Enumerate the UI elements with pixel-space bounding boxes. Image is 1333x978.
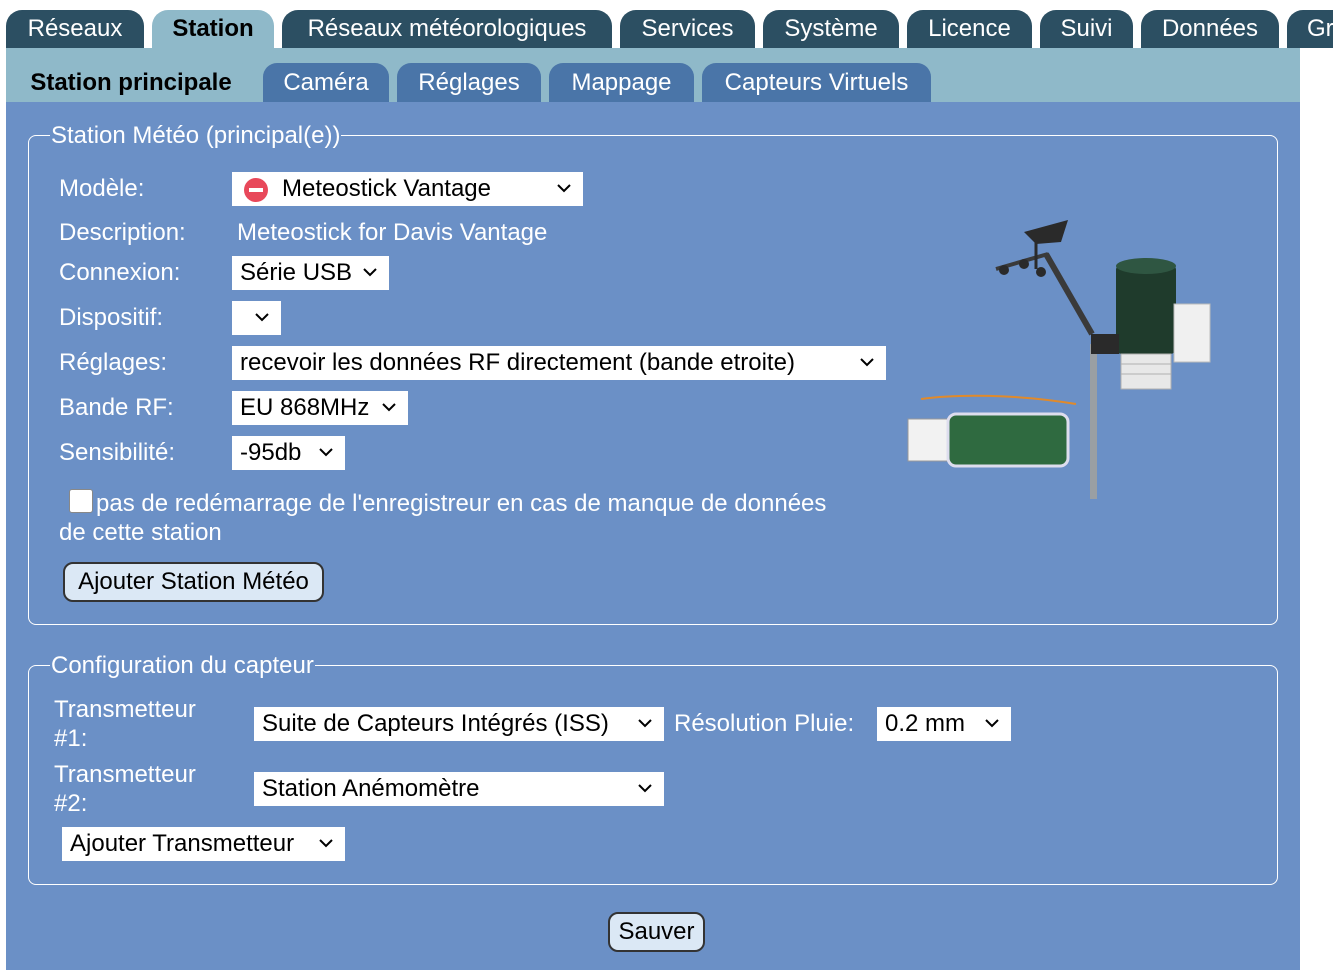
tx1-label: Transmetteur [54, 696, 196, 723]
connection-label: Connexion: [59, 259, 181, 286]
sub-tabs: Station principale Caméra Réglages Mappa… [6, 48, 1300, 102]
rf-band-select-value: EU 868MHz [240, 394, 370, 421]
connection-select-value: Série USB [240, 259, 353, 286]
tab-systeme[interactable]: Système [763, 10, 899, 48]
tx1-select-value: Suite de Capteurs Intégrés (ISS) [262, 710, 609, 737]
subtab-station-principale[interactable]: Station principale [8, 63, 254, 102]
antenna-wire [920, 394, 1077, 405]
tx2-label-number: #2: [54, 790, 88, 817]
station-arm [1043, 252, 1095, 336]
mount-bracket [1091, 334, 1119, 354]
subtab-capteurs-virtuels[interactable]: Capteurs Virtuels [702, 63, 931, 102]
meteostick-board [948, 414, 1068, 466]
station-mast [1090, 344, 1097, 499]
device-select[interactable] [232, 301, 281, 335]
rain-collector-top [1116, 258, 1176, 274]
tx2-select[interactable]: Station Anémomètre [254, 772, 664, 806]
subtab-camera[interactable]: Caméra [263, 63, 389, 102]
rain-resolution-select[interactable]: 0.2 mm [877, 707, 1011, 741]
chevron-down-icon [361, 256, 379, 290]
chevron-down-icon [636, 707, 654, 741]
tx1-label-number: #1: [54, 725, 88, 752]
no-restart-checkbox[interactable] [69, 489, 93, 513]
no-entry-icon [244, 178, 268, 202]
device-label: Dispositif: [59, 304, 164, 331]
rf-band-label: Bande RF: [59, 394, 174, 421]
weather-station-picture [907, 220, 1211, 499]
station-legend: Station Météo (principal(e)) [50, 122, 342, 150]
save-button[interactable]: Sauver [608, 912, 705, 952]
settings-label: Réglages: [59, 349, 168, 376]
chevron-down-icon [380, 391, 398, 425]
subtab-reglages[interactable]: Réglages [397, 63, 541, 102]
model-select-value: Meteostick Vantage [282, 175, 492, 202]
add-transmitter-select-value: Ajouter Transmetteur [70, 830, 295, 857]
rf-band-select[interactable]: EU 868MHz [232, 391, 408, 425]
tx1-select[interactable]: Suite de Capteurs Intégrés (ISS) [254, 707, 664, 741]
rain-resolution-select-value: 0.2 mm [885, 710, 966, 737]
tab-suivi[interactable]: Suivi [1040, 10, 1133, 48]
main-tabs: Réseaux Station Réseaux météorologiques … [0, 0, 1333, 48]
tab-graphiques[interactable]: Gr [1287, 10, 1333, 48]
description-label: Description: [59, 219, 186, 246]
description-value: Meteostick for Davis Vantage [237, 219, 548, 246]
wind-vane [1024, 220, 1068, 244]
tx2-label: Transmetteur [54, 761, 196, 788]
sensitivity-select[interactable]: -95db [232, 436, 345, 470]
subtab-mappage[interactable]: Mappage [549, 63, 694, 102]
tab-reseaux-meteorologiques[interactable]: Réseaux météorologiques [282, 10, 612, 48]
connection-select[interactable]: Série USB [232, 256, 389, 290]
chevron-down-icon [555, 172, 573, 206]
chevron-down-icon [317, 436, 335, 470]
anemometer-cup [1036, 267, 1046, 277]
station-panel: Station Météo (principal(e)) Modèle: Met… [6, 102, 1300, 970]
chevron-down-icon [317, 827, 335, 861]
sensitivity-label: Sensibilité: [59, 439, 176, 466]
sensor-legend: Configuration du capteur [50, 652, 315, 680]
tab-licence[interactable]: Licence [907, 10, 1032, 48]
tab-station[interactable]: Station [152, 10, 274, 48]
rain-collector [1116, 264, 1176, 354]
add-station-button[interactable]: Ajouter Station Météo [63, 562, 324, 602]
model-select[interactable]: Meteostick Vantage [232, 172, 583, 206]
settings-select[interactable]: recevoir les données RF directement (ban… [232, 346, 886, 380]
chevron-down-icon [636, 772, 654, 806]
solar-panel [1173, 303, 1211, 363]
chevron-down-icon [983, 707, 1001, 741]
settings-select-value: recevoir les données RF directement (ban… [240, 349, 795, 376]
add-transmitter-select[interactable]: Ajouter Transmetteur [62, 827, 345, 861]
tx2-select-value: Station Anémomètre [262, 775, 480, 802]
tab-reseaux[interactable]: Réseaux [6, 10, 144, 48]
no-restart-label-cont: de cette station [59, 519, 222, 546]
radiation-shield [1120, 353, 1172, 390]
usb-connector [907, 418, 949, 462]
anemometer-cup [999, 265, 1009, 275]
model-label: Modèle: [59, 175, 145, 202]
tab-donnees[interactable]: Données [1141, 10, 1279, 48]
rain-resolution-label: Résolution Pluie: [674, 710, 855, 737]
anemometer-cup [1019, 259, 1029, 269]
chevron-down-icon [253, 301, 271, 335]
sensitivity-select-value: -95db [240, 439, 302, 466]
chevron-down-icon [858, 346, 876, 380]
tab-services[interactable]: Services [620, 10, 755, 48]
no-restart-label: pas de redémarrage de l'enregistreur en … [96, 490, 827, 517]
